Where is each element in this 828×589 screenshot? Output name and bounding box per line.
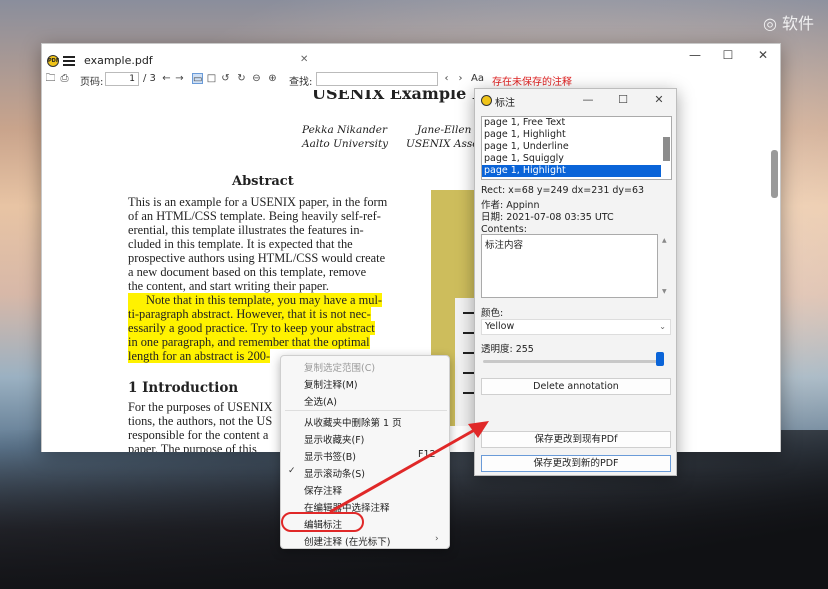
close-button[interactable]: ✕ [753,48,773,62]
color-value: Yellow [485,321,515,332]
menu-item-remove-favorite[interactable]: 从收藏夹中删除第 1 页 [304,415,402,429]
opacity-slider-thumb[interactable] [656,352,664,366]
print-icon[interactable]: ⎙ [59,73,70,84]
close-button[interactable]: ✕ [650,93,668,106]
maximize-button[interactable]: ☐ [614,93,632,106]
abstract-line: This is an example for a USENIX paper, i… [128,195,388,209]
search-next-icon[interactable]: › [455,73,466,84]
menu-item-show-favorites[interactable]: 显示收藏夹(F) [304,432,364,446]
open-folder-icon[interactable]: 🗀 [45,73,56,84]
menu-item-copy-selection[interactable]: 复制选定范围(C) [304,360,375,374]
page-total: / 3 [143,73,156,84]
color-label: 颜色: [481,308,504,319]
annotation-rect: Rect: x=68 y=249 dx=231 dy=63 [481,185,645,196]
scroll-up-icon[interactable]: ▲ [662,237,667,244]
abstract-line: erential, this template illustrates the … [128,223,364,237]
forward-arrow-icon[interactable]: → [174,73,185,84]
chevron-down-icon: ⌄ [659,322,666,331]
annotation-window: 标注 — ☐ ✕ page 1, Free Text page 1, Highl… [474,88,677,476]
annotation-date: 日期: 2021-07-08 03:35 UTC [481,212,614,223]
color-select[interactable]: Yellow ⌄ [481,319,671,335]
submenu-arrow-icon: › [435,534,439,544]
list-item[interactable]: page 1, Highlight [482,129,661,141]
menu-separator [285,410,447,411]
highlighted-line[interactable]: in one paragraph, and remember that the … [128,335,370,349]
delete-annotation-button[interactable]: Delete annotation [481,378,671,395]
menu-item-save-annotation[interactable]: 保存注释 [304,483,342,497]
intro-heading: 1 Introduction [128,380,239,396]
title-bar: PDF example.pdf ✕ — ☐ ✕ [42,44,780,72]
author-name: Pekka Nikander [302,124,388,136]
search-prev-icon[interactable]: ‹ [441,73,452,84]
unsaved-notice: 存在未保存的注释 [492,77,572,88]
list-item[interactable]: page 1, Squiggly [482,153,661,165]
rotate-left-icon[interactable]: ↺ [220,73,231,84]
opacity-label: 透明度: 255 [481,344,534,355]
highlighted-line[interactable]: ti-paragraph abstract. However, that it … [128,307,371,321]
single-page-icon[interactable]: □ [206,73,217,84]
list-item[interactable]: page 1, Free Text [482,117,661,129]
menu-shortcut: F12 [418,449,436,460]
search-input[interactable] [316,72,438,86]
abstract-line: cluded in this template. It is expected … [128,237,353,251]
list-scrollbar[interactable] [663,137,670,161]
document-tab[interactable]: example.pdf [84,54,153,67]
author-name: Jane-Ellen [417,124,472,136]
author-affiliation: USENIX Asso [406,138,479,150]
watermark-text: 软件 [781,14,814,33]
tab-close-icon[interactable]: ✕ [300,54,308,65]
menu-item-show-bookmarks[interactable]: 显示书签(B) [304,449,356,463]
vertical-scrollbar[interactable] [771,150,778,198]
annotation-window-title: 标注 [495,98,515,109]
app-logo-icon [481,95,492,106]
page-number-input[interactable]: 1 [105,72,139,86]
highlighted-line[interactable]: essarily a good practice. Try to keep yo… [128,321,375,335]
zoom-in-icon[interactable]: ⊕ [267,73,278,84]
app-logo-icon: PDF [47,55,59,67]
match-case-toggle[interactable]: Aa [471,73,484,84]
watermark-logo: ◎ 软件 [762,14,814,33]
toolbar: 🗀 ⎙ 页码: 1 / 3 ← → ▭ □ ↺ ↻ ⊖ ⊕ 查找: ‹ › Aa… [42,72,780,88]
contents-textarea[interactable]: 标注内容 [481,234,658,298]
author-affiliation: Aalto University [302,138,389,150]
menu-item-select-all[interactable]: 全选(A) [304,394,337,408]
maximize-button[interactable]: ☐ [718,48,738,62]
list-item-selected[interactable]: page 1, Highlight [482,165,661,177]
abstract-heading: Abstract [232,174,294,189]
intro-line: responsible for the content a [128,428,269,442]
check-icon: ✓ [288,466,296,476]
save-new-button[interactable]: 保存更改到新的PDF [481,455,671,472]
intro-line: tions, the authors, not the US [128,414,273,428]
intro-line: For the purposes of USENIX [128,400,273,414]
minimize-button[interactable]: — [579,93,597,106]
abstract-line: of an HTML/CSS template. Being heavily s… [128,209,381,223]
menu-item-create-annotation[interactable]: 创建注释 (在光标下) [304,534,390,548]
abstract-line: the content, and start writing their pap… [128,279,329,293]
abstract-line: a new document based on this template, r… [128,265,367,279]
intro-line: paper. The purpose of this [128,442,257,452]
list-item[interactable]: page 1, Underline [482,141,661,153]
minimize-button[interactable]: — [685,48,705,62]
search-label: 查找: [289,77,313,88]
scroll-down-icon[interactable]: ▼ [662,288,667,295]
continuous-view-icon[interactable]: ▭ [192,73,203,85]
back-arrow-icon[interactable]: ← [161,73,172,84]
menu-icon[interactable] [63,56,75,66]
rotate-right-icon[interactable]: ↻ [236,73,247,84]
highlighted-line[interactable]: length for an abstract is 200- [128,349,271,363]
save-existing-button[interactable]: 保存更改到现有PDf [481,431,671,448]
abstract-line: prospective authors using HTML/CSS would… [128,251,386,265]
opacity-slider[interactable] [483,360,663,363]
page-label: 页码: [80,77,104,88]
highlighted-line[interactable]: Note that in this template, you may have… [128,293,383,307]
menu-item-copy-annotation[interactable]: 复制注释(M) [304,377,358,391]
zoom-out-icon[interactable]: ⊖ [251,73,262,84]
annotation-list[interactable]: page 1, Free Text page 1, Highlight page… [481,116,672,180]
callout-ring [281,512,364,532]
menu-item-show-scrollbar[interactable]: 显示滚动条(S) [304,466,365,480]
